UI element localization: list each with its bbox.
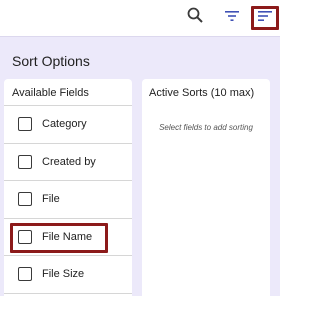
checkbox[interactable] [18,267,32,282]
checkbox[interactable] [18,117,32,132]
field-label: File [42,193,60,206]
checkbox[interactable] [18,229,32,244]
filter-button[interactable] [220,6,244,30]
checkbox[interactable] [18,154,32,169]
filter-icon [224,9,240,27]
active-sorts-list: Active Sorts (10 max) Select fields to a… [142,79,270,309]
empty-message: Select fields to add sorting [159,123,253,132]
available-fields-list: Available Fields Category Created by Fil… [4,79,132,309]
sort-icon [257,9,273,27]
search-button[interactable] [182,4,208,30]
field-label: File Name [42,230,93,243]
sort-button[interactable] [251,6,279,30]
field-label: Created by [42,155,96,168]
checkbox[interactable] [18,192,32,207]
search-icon [186,6,204,29]
field-row-file-size[interactable]: File Size [4,256,132,294]
field-label: Category [42,118,87,131]
field-row-category[interactable]: Category [4,106,132,144]
toolbar [0,0,280,36]
active-sorts-header: Active Sorts (10 max) [149,87,255,99]
panel-title: Sort Options [12,53,90,69]
field-row-created-by[interactable]: Created by [4,144,132,181]
available-fields-header: Available Fields [4,79,132,106]
field-row-file-name[interactable]: File Name [4,219,132,256]
field-row-file[interactable]: File [4,181,132,219]
field-label: File Size [42,268,85,281]
sort-options-panel: Sort Options Available Fields Category C… [0,36,280,309]
